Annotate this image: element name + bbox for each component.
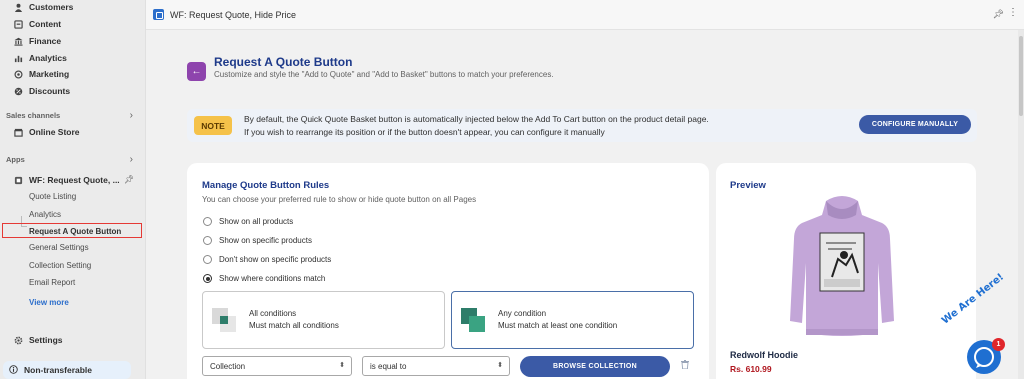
note-banner: NOTE By default, the Quick Quote Basket … [187,109,977,142]
view-more-link[interactable]: View more [29,298,69,307]
radio-label: Show on all products [219,217,294,226]
sidebar-item-app[interactable]: WF: Request Quote, ... [13,175,120,185]
sidebar-item-label: Discounts [29,86,71,96]
preview-card: Preview Redwolf Hoodie Rs. 610.99 [716,163,976,379]
sidebar: Customers Content Finance Analytics Mark… [0,0,146,379]
content-icon [13,19,23,29]
back-button[interactable]: ← [187,62,206,81]
app-title-bar: WF: Request Quote, Hide Price 📌︎ ⋮ [146,0,1024,30]
all-conditions-option[interactable]: All conditions Must match all conditions [202,291,445,349]
select-arrows-icon: ⬍ [497,362,503,369]
sidebar-item-label: Content [29,19,62,29]
sidebar-subitem-email-report[interactable]: Email Report [29,278,75,287]
sidebar-subitem-analytics[interactable]: Analytics [29,210,61,219]
apps-heading: Apps [6,155,25,164]
sidebar-item-label: Analytics [29,53,67,63]
app-title: WF: Request Quote, Hide Price [170,9,297,20]
condition-title: All conditions [249,309,297,318]
condition-title: Any condition [498,309,547,318]
field-select-value: Collection [210,361,246,371]
sidebar-item-finance[interactable]: Finance [13,36,61,46]
note-tag: NOTE [194,116,232,135]
non-transferable-badge[interactable]: Non-transferable [3,361,131,379]
note-line-2: If you wish to rearrange its position or… [244,127,605,137]
arrow-left-icon: ← [191,66,202,77]
condition-desc: Must match all conditions [249,321,339,330]
radio-label: Show on specific products [219,236,312,245]
condition-desc: Must match at least one condition [498,321,618,330]
page-subtitle: Customize and style the "Add to Quote" a… [214,70,554,79]
sidebar-item-marketing[interactable]: Marketing [13,69,69,79]
sidebar-subitem-general-settings[interactable]: General Settings [29,243,89,252]
sidebar-subitem-request-quote-button[interactable]: Request A Quote Button [29,227,121,236]
sidebar-item-label: Online Store [29,127,80,137]
discount-icon [13,86,23,96]
select-arrows-icon: ⬍ [339,362,345,369]
sidebar-item-label: Customers [29,2,74,12]
quote-rules-card: Manage Quote Button Rules You can choose… [187,163,709,379]
sidebar-item-online-store[interactable]: Online Store [13,127,80,137]
sidebar-item-analytics[interactable]: Analytics [13,53,67,63]
radio-label: Show where conditions match [219,274,326,283]
sidebar-item-label: WF: Request Quote, ... [29,175,120,185]
any-condition-icon [461,308,485,332]
configure-manually-button[interactable]: CONFIGURE MANUALLY [859,115,971,134]
gear-icon [13,335,23,345]
chat-notification-badge: 1 [992,338,1005,351]
browse-collection-button[interactable]: BROWSE COLLECTION [520,356,670,377]
sidebar-item-discounts[interactable]: Discounts [13,86,70,96]
sidebar-item-content[interactable]: Content [13,19,61,29]
radio-conditions-match[interactable]: Show where conditions match [203,274,325,283]
radio-show-all[interactable]: Show on all products [203,217,293,226]
radio-dont-show-specific[interactable]: Don't show on specific products [203,255,331,264]
bank-icon [13,36,23,46]
all-conditions-icon [212,308,236,332]
more-options-icon[interactable]: ⋮ [1008,7,1018,18]
product-price: Rs. 610.99 [730,364,772,374]
chevron-right-icon[interactable]: › [130,110,133,121]
radio-show-specific[interactable]: Show on specific products [203,236,312,245]
field-select[interactable]: Collection ⬍ [202,356,352,376]
sidebar-item-customers[interactable]: Customers [13,2,73,12]
sidebar-item-label: Marketing [29,69,70,79]
preview-title: Preview [730,180,766,191]
app-icon [153,9,164,20]
rules-title: Manage Quote Button Rules [202,180,330,191]
sidebar-item-label: Settings [29,335,63,345]
chevron-right-icon[interactable]: › [130,154,133,165]
info-icon [9,364,18,376]
operator-select-value: is equal to [370,361,407,371]
person-icon [13,2,23,12]
trash-icon[interactable] [681,360,689,371]
app-icon [13,175,23,185]
radio-label: Don't show on specific products [219,255,332,264]
sidebar-item-label: Finance [29,36,62,46]
product-name: Redwolf Hoodie [730,350,798,360]
non-transferable-label: Non-transferable [24,365,93,375]
sidebar-subitem-quote-listing[interactable]: Quote Listing [29,192,76,201]
radio-circle[interactable] [203,217,212,226]
rules-subtitle: You can choose your preferred rule to sh… [202,195,477,204]
any-condition-option[interactable]: Any condition Must match at least one co… [451,291,694,349]
sidebar-item-settings[interactable]: Settings [13,335,63,345]
store-icon [13,127,23,137]
bar-chart-icon [13,53,23,63]
sidebar-subitem-collection-setting[interactable]: Collection Setting [29,261,91,270]
radio-circle[interactable] [203,236,212,245]
radio-circle[interactable] [203,255,212,264]
note-text: By default, the Quick Quote Basket butto… [244,113,709,139]
pin-icon[interactable]: 📌︎ [993,9,1004,20]
operator-select[interactable]: is equal to ⬍ [362,356,510,376]
page-title: Request A Quote Button [214,55,353,69]
sales-channels-heading: Sales channels [6,111,61,120]
page-scrollbar[interactable] [1018,30,1024,379]
target-icon [13,69,23,79]
note-line-1: By default, the Quick Quote Basket butto… [244,114,709,124]
radio-circle-selected[interactable] [203,274,212,283]
pin-icon[interactable]: 📌︎ [124,175,134,184]
hoodie-image [790,196,894,336]
